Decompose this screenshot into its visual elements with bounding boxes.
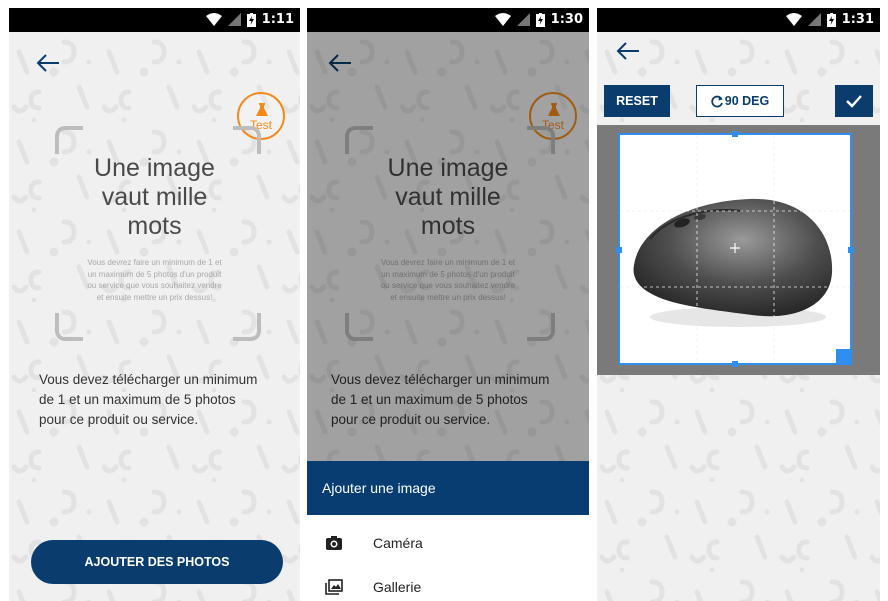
crop-region[interactable] — [616, 131, 854, 367]
screen-crop-image: 1:31 RESET 90 DEG — [597, 8, 880, 601]
signal-icon — [516, 13, 530, 26]
back-arrow-icon[interactable] — [615, 40, 641, 62]
wifi-icon — [205, 13, 222, 26]
rotate-icon — [711, 95, 723, 107]
crop-handle[interactable] — [836, 349, 852, 365]
battery-icon — [246, 12, 256, 27]
clock: 1:30 — [550, 12, 583, 27]
clock: 1:31 — [841, 12, 874, 27]
sheet-item-label: Gallerie — [373, 579, 422, 595]
image-source-sheet: Caméra Gallerie — [307, 515, 589, 601]
crop-handle[interactable] — [732, 361, 738, 367]
wifi-icon — [785, 13, 802, 26]
check-icon — [846, 95, 862, 108]
mouse-photo — [620, 135, 850, 363]
rotate-button[interactable]: 90 DEG — [696, 85, 784, 117]
frame-corner — [233, 313, 261, 341]
description-line: Vous devrez faire un minimum de 1 et — [87, 258, 222, 267]
sheet-title: Ajouter une image — [307, 461, 589, 515]
gallery-icon — [325, 579, 343, 595]
screen-upload-intro: 1:11 Test Une image vaut mille mots Vous… — [9, 8, 300, 601]
crop-handle[interactable] — [848, 247, 854, 253]
crop-handle[interactable] — [616, 247, 622, 253]
battery-icon — [535, 12, 545, 27]
sheet-item-gallery[interactable]: Gallerie — [307, 565, 589, 601]
clock: 1:11 — [261, 12, 294, 27]
headline: Une image vaut mille mots — [9, 154, 300, 241]
status-bar: 1:11 — [9, 8, 300, 32]
wifi-icon — [494, 13, 511, 26]
instruction-text: Vous devez télécharger un minimum de 1 e… — [39, 370, 257, 430]
description-line: ou service que vous souhaitez vendre — [87, 281, 222, 290]
back-arrow-icon[interactable] — [35, 52, 61, 74]
frame-corner — [55, 313, 83, 341]
camera-icon — [326, 536, 342, 550]
status-bar: 1:30 — [307, 8, 589, 32]
screen-add-image-sheet: 1:30 Test Une image vaut mille mots Vous… — [307, 8, 589, 601]
intro-description: Vous devrez faire un minimum de 1 et un … — [9, 257, 300, 303]
instruction-line: pour ce produit ou service. — [39, 412, 199, 427]
flask-icon — [256, 103, 268, 116]
crop-handle[interactable] — [732, 131, 738, 137]
description-line: un maximum de 5 photos d'un produit — [87, 269, 222, 279]
reset-button[interactable]: RESET — [604, 85, 670, 117]
status-bar: 1:31 — [597, 8, 880, 32]
frame-corner — [233, 126, 261, 154]
headline-line: mots — [127, 212, 182, 240]
add-photos-button[interactable]: AJOUTER DES PHOTOS — [31, 540, 283, 584]
instruction-line: Vous devez télécharger un minimum — [39, 372, 258, 387]
headline-line: vaut mille — [101, 183, 208, 211]
confirm-button[interactable] — [835, 85, 873, 117]
instruction-line: de 1 et un maximum de 5 photos — [39, 392, 236, 407]
signal-icon — [227, 13, 241, 26]
signal-icon — [807, 13, 821, 26]
rotate-label: 90 DEG — [724, 94, 770, 108]
headline-line: Une image — [94, 154, 215, 182]
frame-corner — [55, 126, 83, 154]
battery-icon — [826, 12, 836, 27]
sheet-item-label: Caméra — [373, 535, 423, 551]
description-line: et ensuite mettre un prix dessus! — [96, 292, 213, 302]
sheet-item-camera[interactable]: Caméra — [307, 521, 589, 565]
